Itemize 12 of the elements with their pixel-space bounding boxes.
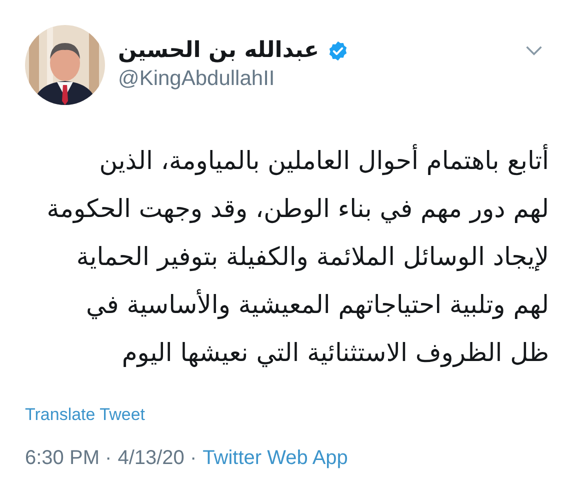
author-name[interactable]: عبدالله بن الحسين (118, 38, 320, 63)
chevron-down-icon[interactable] (525, 45, 543, 56)
tweet-text-line: أتابع باهتمام أحوال العاملين بالمياومة، الذين (98, 143, 549, 178)
tweet-date: 4/13/20 · (118, 447, 197, 470)
source-link[interactable]: Twitter Web App (202, 447, 348, 470)
author-handle[interactable]: @KingAbdullahII (118, 67, 350, 91)
translate-link[interactable]: Translate Tweet (25, 405, 146, 425)
tweet-text-line: لهم دور مهم في بناء الوطن، وقد وجهت الحكومة (46, 193, 549, 226)
tweet-time: 6:30 PM · (25, 447, 112, 470)
tweet-text-line: لهم وتلبية احتياجاتهم المعيشية والأساسية في (84, 288, 549, 322)
tweet-text-line: ظل الظروف الاستثنائية التي نعيشها اليوم (120, 337, 549, 370)
tweet-text-line: لإيجاد الوسائل الملائمة والكفيلة بتوفير الحماية (75, 241, 549, 274)
